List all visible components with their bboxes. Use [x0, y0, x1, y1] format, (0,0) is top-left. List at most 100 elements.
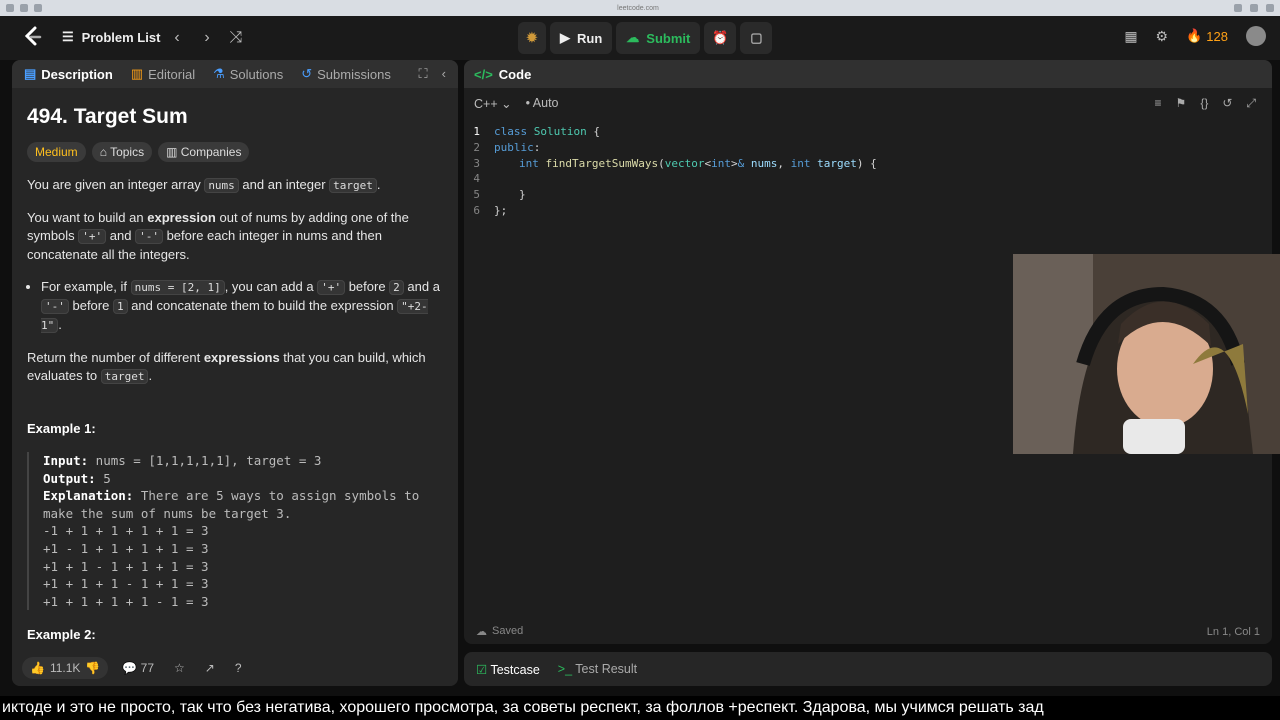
timer-button[interactable]: ⏰ [704, 22, 737, 54]
cloud-upload-icon: ☁ [626, 30, 640, 45]
shuffle-icon[interactable]: ⤨ [225, 27, 247, 49]
note-icon: ▢ [750, 30, 763, 45]
tab-label: Solutions [229, 66, 284, 82]
format-icon[interactable]: ≡ [1155, 96, 1162, 111]
line-number: 5 [473, 188, 480, 202]
tab-label: Submissions [317, 66, 391, 82]
input-label: Input: [43, 453, 89, 468]
companies-button[interactable]: ▥ Companies [158, 142, 250, 162]
tab-label: Description [41, 66, 113, 82]
tab-solutions[interactable]: ⚗ Solutions [213, 66, 283, 82]
share-icon[interactable]: ↗ [199, 657, 221, 679]
input-value: nums = [1,1,1,1,1], target = 3 [88, 453, 322, 468]
tab-submissions[interactable]: ↺ Submissions [301, 66, 391, 82]
fullscreen-icon[interactable]: ⤢ [1246, 96, 1256, 111]
maximize-icon[interactable]: ⛶ [419, 66, 428, 82]
leetcode-logo-icon[interactable] [22, 26, 44, 48]
fire-icon: 🔥 [1186, 28, 1203, 43]
list-item: For example, if nums = [2, 1], you can a… [41, 278, 443, 335]
like-count: 11.1K [49, 661, 81, 675]
next-problem-icon[interactable]: › [196, 27, 218, 49]
streak-counter[interactable]: 🔥 128 [1186, 28, 1228, 44]
avatar[interactable] [1246, 26, 1266, 46]
thumbs-up-icon: 👍 [30, 661, 45, 675]
favorite-icon[interactable]: ☆ [168, 657, 191, 679]
problem-list-button[interactable]: ☰ Problem List [62, 29, 160, 45]
text: , you can add a [224, 279, 318, 294]
tab-description[interactable]: ▤ Description [24, 66, 113, 82]
code-line: 3 int findTargetSumWays(vector<int>& nums… [464, 156, 1272, 172]
debug-button[interactable]: ✹ [518, 22, 546, 54]
prev-problem-icon[interactable]: ‹ [166, 27, 188, 49]
code-editor[interactable]: 1 class Solution { 2 public: 3 int findTarg… [464, 118, 1272, 219]
tab-test-result[interactable]: >_ Test Result [558, 662, 637, 676]
left-tabs: ▤ Description ▥ Editorial ⚗ Solutions ↺ Subm… [12, 60, 458, 88]
inline-code: target [100, 369, 149, 384]
url-text[interactable]: leetcode.com [617, 5, 659, 12]
reset-icon[interactable]: ↺ [1222, 96, 1232, 111]
text: before [68, 298, 113, 313]
help-icon[interactable]: ? [229, 657, 248, 679]
bookmark-icon[interactable]: ⚑ [1176, 96, 1187, 111]
like-button[interactable]: 👍 11.1K 👎 [22, 657, 109, 679]
building-icon: ▥ [166, 145, 181, 159]
bold-text: expressions [203, 350, 280, 365]
braces-icon[interactable]: {} [1200, 96, 1208, 111]
test-panel: ☑ Testcase >_ Test Result [464, 652, 1272, 686]
inline-code: nums [204, 178, 239, 193]
extension-icon[interactable] [1249, 4, 1258, 12]
run-button[interactable]: ▶ Run [550, 22, 613, 54]
thumbs-down-icon[interactable]: 👎 [85, 661, 100, 675]
collapse-icon[interactable]: ‹ [442, 66, 446, 82]
browser-icon[interactable] [20, 4, 28, 12]
line-number: 1 [473, 125, 480, 138]
gear-icon[interactable]: ⚙ [1156, 28, 1169, 45]
text: and [106, 228, 136, 243]
webcam-overlay [1013, 254, 1280, 454]
cursor-position: Ln 1, Col 1 [1206, 626, 1260, 638]
extension-icon[interactable] [1265, 4, 1274, 12]
tab-testcase[interactable]: ☑ Testcase [476, 662, 540, 677]
submit-button[interactable]: ☁ Submit [616, 22, 701, 54]
browser-icon[interactable] [6, 4, 14, 12]
run-label: Run [577, 30, 603, 46]
saved-status: ☁ Saved [476, 625, 523, 638]
inline-code: 1 [112, 299, 128, 314]
code-line: 1 class Solution { [464, 124, 1272, 140]
layout-icon[interactable]: ▦ [1124, 28, 1137, 45]
paragraph-3: Return the number of different expressio… [27, 349, 443, 386]
topics-button[interactable]: ⌂ Topics [91, 142, 153, 162]
bold-text: expression [147, 210, 216, 225]
mode-select[interactable]: • Auto [526, 96, 559, 110]
terminal-icon: >_ [557, 662, 576, 676]
test-result-label: Test Result [575, 662, 638, 676]
problem-content: 494. Target Sum Medium ⌂ Topics ▥ Compan… [12, 88, 458, 644]
description-bottombar: 👍 11.1K 👎 💬 77 ☆ ↗ ? [12, 650, 458, 686]
paragraph-1: You are given an integer array nums and … [27, 176, 443, 195]
line-number: 6 [473, 203, 480, 217]
subtitle-ticker: иктоде и это не просто, так что без нега… [0, 696, 1280, 720]
text: and an integer [238, 177, 330, 192]
example-1-heading: Example 1: [27, 421, 96, 436]
top-navbar: ☰ Problem List ‹ › ⤨ ✹ ▶ Run ☁ Submit ⏰ ▢ … [0, 16, 1280, 60]
notes-button[interactable]: ▢ [740, 22, 773, 54]
browser-icon[interactable] [34, 4, 42, 12]
line-number: 3 [473, 156, 480, 170]
extension-icon[interactable] [1233, 4, 1242, 12]
page-title[interactable]: 494. Target Sum [27, 106, 443, 127]
line-number: 4 [473, 172, 480, 186]
inline-code: '+' [317, 280, 346, 295]
explanation-line: -1 + 1 + 1 + 1 + 1 = 3 [43, 523, 209, 539]
text: . [376, 177, 381, 192]
comments-button[interactable]: 💬 77 [116, 657, 160, 679]
text: and concatenate them to build the expres… [127, 298, 398, 313]
code-line: 2 public: [464, 140, 1272, 156]
inline-code: target [329, 178, 377, 193]
webcam-image [1013, 254, 1280, 454]
inline-code: '-' [135, 229, 163, 244]
browser-bar: leetcode.com [0, 0, 1280, 16]
difficulty-badge: Medium [27, 142, 86, 162]
language-select[interactable]: C++ ⌄ [474, 96, 512, 111]
example-list: For example, if nums = [2, 1], you can a… [41, 278, 443, 335]
tab-editorial[interactable]: ▥ Editorial [131, 66, 195, 82]
